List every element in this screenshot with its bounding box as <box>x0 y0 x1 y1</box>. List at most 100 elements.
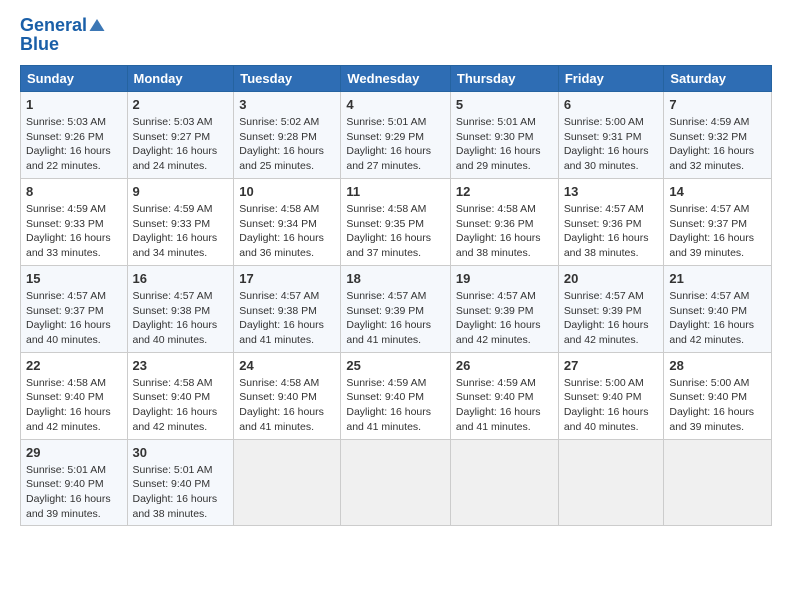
sunrise-text: Sunrise: 4:59 AM <box>456 377 536 389</box>
sunrise-text: Sunrise: 4:57 AM <box>564 203 644 215</box>
day-number: 2 <box>133 96 229 114</box>
sunset-text: Sunset: 9:37 PM <box>669 218 747 230</box>
sunset-text: Sunset: 9:40 PM <box>239 391 317 403</box>
day-header-monday: Monday <box>127 65 234 91</box>
day-header-tuesday: Tuesday <box>234 65 341 91</box>
calendar-cell <box>341 439 451 526</box>
calendar-cell: 22Sunrise: 4:58 AMSunset: 9:40 PMDayligh… <box>21 352 128 439</box>
daylight-text: Daylight: 16 hours and 38 minutes. <box>456 232 541 259</box>
calendar-cell: 26Sunrise: 4:59 AMSunset: 9:40 PMDayligh… <box>450 352 558 439</box>
logo-text-line2: Blue <box>20 34 106 55</box>
calendar-cell: 13 Sunrise: 4:57 AM Sunset: 9:36 PM Dayligh… <box>558 178 664 265</box>
day-number: 29 <box>26 444 122 462</box>
calendar-row-2: 15 Sunrise: 4:57 AM Sunset: 9:37 PM Dayligh… <box>21 265 772 352</box>
day-number: 28 <box>669 357 766 375</box>
sunrise-text: Sunrise: 4:59 AM <box>669 116 749 128</box>
sunset-text: Sunset: 9:36 PM <box>564 218 642 230</box>
calendar-cell: 6Sunrise: 5:00 AMSunset: 9:31 PMDaylight… <box>558 91 664 178</box>
calendar-cell: 4Sunrise: 5:01 AMSunset: 9:29 PMDaylight… <box>341 91 451 178</box>
day-number: 15 <box>26 270 122 288</box>
daylight-text: Daylight: 16 hours and 39 minutes. <box>669 406 754 433</box>
daylight-text: Daylight: 16 hours and 33 minutes. <box>26 232 111 259</box>
daylight-text: Daylight: 16 hours and 41 minutes. <box>456 406 541 433</box>
daylight-text: Daylight: 16 hours and 25 minutes. <box>239 145 324 172</box>
daylight-text: Daylight: 16 hours and 39 minutes. <box>669 232 754 259</box>
sunset-text: Sunset: 9:29 PM <box>346 131 424 143</box>
day-number: 17 <box>239 270 335 288</box>
daylight-text: Daylight: 16 hours and 32 minutes. <box>669 145 754 172</box>
calendar-cell: 19Sunrise: 4:57 AMSunset: 9:39 PMDayligh… <box>450 265 558 352</box>
calendar-cell: 18Sunrise: 4:57 AMSunset: 9:39 PMDayligh… <box>341 265 451 352</box>
calendar-cell: 14Sunrise: 4:57 AMSunset: 9:37 PMDayligh… <box>664 178 772 265</box>
daylight-text: Daylight: 16 hours and 38 minutes. <box>564 232 649 259</box>
sunset-text: Sunset: 9:26 PM <box>26 131 104 143</box>
sunset-text: Sunset: 9:40 PM <box>346 391 424 403</box>
daylight-text: Daylight: 16 hours and 37 minutes. <box>346 232 431 259</box>
sunset-text: Sunset: 9:28 PM <box>239 131 317 143</box>
calendar-cell <box>664 439 772 526</box>
calendar-cell: 10Sunrise: 4:58 AMSunset: 9:34 PMDayligh… <box>234 178 341 265</box>
day-header-saturday: Saturday <box>664 65 772 91</box>
sunset-text: Sunset: 9:30 PM <box>456 131 534 143</box>
daylight-text: Daylight: 16 hours and 30 minutes. <box>564 145 649 172</box>
day-number: 24 <box>239 357 335 375</box>
daylight-text: Daylight: 16 hours and 42 minutes. <box>456 319 541 346</box>
daylight-text: Daylight: 16 hours and 34 minutes. <box>133 232 218 259</box>
sunrise-text: Sunrise: 5:00 AM <box>669 377 749 389</box>
calendar-header-row: SundayMondayTuesdayWednesdayThursdayFrid… <box>21 65 772 91</box>
sunset-text: Sunset: 9:40 PM <box>133 391 211 403</box>
sunset-text: Sunset: 9:40 PM <box>26 478 104 490</box>
sunrise-text: Sunrise: 5:00 AM <box>564 116 644 128</box>
day-header-sunday: Sunday <box>21 65 128 91</box>
day-number: 4 <box>346 96 445 114</box>
sunset-text: Sunset: 9:39 PM <box>456 305 534 317</box>
daylight-text: Daylight: 16 hours and 41 minutes. <box>239 319 324 346</box>
calendar-cell: 9Sunrise: 4:59 AMSunset: 9:33 PMDaylight… <box>127 178 234 265</box>
calendar-row-3: 22Sunrise: 4:58 AMSunset: 9:40 PMDayligh… <box>21 352 772 439</box>
sunset-text: Sunset: 9:37 PM <box>26 305 104 317</box>
sunrise-text: Sunrise: 5:01 AM <box>26 464 106 476</box>
calendar-cell <box>450 439 558 526</box>
daylight-text: Daylight: 16 hours and 42 minutes. <box>564 319 649 346</box>
calendar-cell: 28Sunrise: 5:00 AMSunset: 9:40 PMDayligh… <box>664 352 772 439</box>
sunrise-text: Sunrise: 4:57 AM <box>239 290 319 302</box>
calendar-table: SundayMondayTuesdayWednesdayThursdayFrid… <box>20 65 772 527</box>
daylight-text: Daylight: 16 hours and 42 minutes. <box>669 319 754 346</box>
calendar-cell: 25Sunrise: 4:59 AMSunset: 9:40 PMDayligh… <box>341 352 451 439</box>
sunset-text: Sunset: 9:39 PM <box>564 305 642 317</box>
day-number: 3 <box>239 96 335 114</box>
day-number: 18 <box>346 270 445 288</box>
daylight-text: Daylight: 16 hours and 41 minutes. <box>239 406 324 433</box>
day-number: 10 <box>239 183 335 201</box>
sunset-text: Sunset: 9:34 PM <box>239 218 317 230</box>
calendar-cell: 27Sunrise: 5:00 AMSunset: 9:40 PMDayligh… <box>558 352 664 439</box>
calendar-cell: 21Sunrise: 4:57 AMSunset: 9:40 PMDayligh… <box>664 265 772 352</box>
calendar-cell <box>234 439 341 526</box>
sunrise-text: Sunrise: 5:02 AM <box>239 116 319 128</box>
sunrise-text: Sunrise: 4:57 AM <box>26 290 106 302</box>
day-number: 23 <box>133 357 229 375</box>
sunset-text: Sunset: 9:40 PM <box>456 391 534 403</box>
sunrise-text: Sunrise: 4:59 AM <box>346 377 426 389</box>
sunset-text: Sunset: 9:31 PM <box>564 131 642 143</box>
sunset-text: Sunset: 9:35 PM <box>346 218 424 230</box>
sunrise-text: Sunrise: 4:58 AM <box>456 203 536 215</box>
daylight-text: Daylight: 16 hours and 40 minutes. <box>26 319 111 346</box>
calendar-cell: 3 Sunrise: 5:02 AM Sunset: 9:28 PM Daylight… <box>234 91 341 178</box>
sunrise-text: Sunrise: 4:57 AM <box>133 290 213 302</box>
day-number: 13 <box>564 183 659 201</box>
calendar-cell: 24 Sunrise: 4:58 AM Sunset: 9:40 PM Dayligh… <box>234 352 341 439</box>
sunrise-text: Sunrise: 4:59 AM <box>133 203 213 215</box>
day-number: 7 <box>669 96 766 114</box>
calendar-cell: 7Sunrise: 4:59 AMSunset: 9:32 PMDaylight… <box>664 91 772 178</box>
calendar-cell: 17Sunrise: 4:57 AMSunset: 9:38 PMDayligh… <box>234 265 341 352</box>
logo-text-line1: General <box>20 16 87 36</box>
sunset-text: Sunset: 9:36 PM <box>456 218 534 230</box>
sunrise-text: Sunrise: 4:57 AM <box>669 203 749 215</box>
calendar-cell: 8Sunrise: 4:59 AMSunset: 9:33 PMDaylight… <box>21 178 128 265</box>
sunrise-text: Sunrise: 4:58 AM <box>239 377 319 389</box>
sunrise-text: Sunrise: 5:00 AM <box>564 377 644 389</box>
sunrise-text: Sunrise: 4:58 AM <box>26 377 106 389</box>
daylight-text: Daylight: 16 hours and 29 minutes. <box>456 145 541 172</box>
calendar-row-0: 1Sunrise: 5:03 AMSunset: 9:26 PMDaylight… <box>21 91 772 178</box>
